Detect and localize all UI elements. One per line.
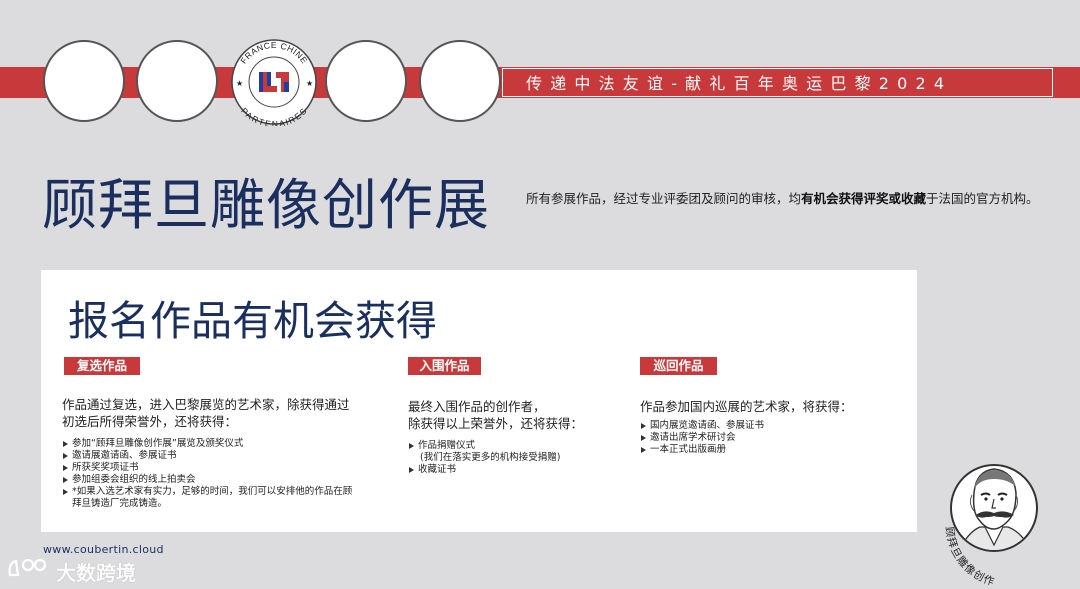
- list-item: 国内展览邀请函、参展证书: [640, 420, 764, 432]
- column-1-description: 作品通过复选，进入巴黎展览的艺术家，除获得通过 初选后所得荣誉外，还将获得：: [62, 396, 350, 430]
- list-item: 一本正式出版画册: [640, 444, 764, 456]
- column-1-line-1: 作品通过复选，进入巴黎展览的艺术家，除获得通过: [62, 397, 350, 412]
- list-item: 收藏证书: [408, 464, 560, 476]
- column-2-description: 最终入围作品的创作者， 除获得以上荣誉外，还将获得：: [408, 398, 583, 432]
- column-2-line-2: 除获得以上荣誉外，还将获得：: [408, 416, 584, 431]
- list-item: 邀请出席学术研讨会: [640, 432, 764, 444]
- column-2-line-1: 最终入围作品的创作者，: [408, 399, 546, 414]
- column-3-benefits: 国内展览邀请函、参展证书 邀请出席学术研讨会 一本正式出版画册: [640, 420, 764, 456]
- watermark-logo-icon: [8, 558, 47, 577]
- list-item: 所获奖奖项证书: [62, 462, 352, 474]
- list-item: 拜旦铸造厂完成铸造。: [72, 498, 168, 509]
- tag-shortlisted-works: 入围作品: [408, 357, 481, 375]
- website-link[interactable]: www.coubertin.cloud: [43, 543, 164, 556]
- placeholder-circle-3: [325, 40, 407, 122]
- column-1-line-2: 初选后所得荣誉外，还将获得：: [62, 414, 238, 429]
- banner-text: 传递中法友谊-献礼百年奥运巴黎2024: [526, 74, 953, 93]
- svg-text:★: ★: [236, 79, 243, 88]
- intro-prefix: 所有参展作品，经过专业评委团及顾问的审核，均: [526, 191, 802, 206]
- svg-text:★: ★: [306, 79, 313, 88]
- france-chine-partenaires-logo: FRANCE CHINE PARTENAIRES ★ ★: [231, 39, 317, 126]
- list-item: *如果入选艺术家有实力，足够的时间，我们可以安排他的作品在顾: [62, 486, 352, 498]
- list-item: 参加“顾拜旦雕像创作展”展览及颁奖仪式: [62, 438, 352, 450]
- intro-text: 所有参展作品，经过专业评委团及顾问的审核，均有机会获得评奖或收藏于法国的官方机构…: [526, 191, 1039, 207]
- list-item: (我们在落实更多的机构接受捐赠): [420, 452, 561, 463]
- list-item: 作品捐赠仪式: [408, 440, 560, 452]
- intro-suffix: 于法国的官方机构。: [926, 191, 1039, 206]
- column-2-benefits: 作品捐赠仪式 (我们在落实更多的机构接受捐赠) 收藏证书: [408, 440, 560, 476]
- card-title: 报名作品有机会获得: [68, 297, 437, 345]
- column-1-benefits: 参加“顾拜旦雕像创作展”展览及颁奖仪式 邀请展邀请函、参展证书 所获奖奖项证书 …: [62, 438, 352, 510]
- tag-preliminary-works: 复选作品: [64, 357, 140, 375]
- watermark-text: 大数跨境: [56, 561, 136, 585]
- column-3-description: 作品参加国内巡展的艺术家，将获得：: [640, 398, 853, 415]
- list-item: 邀请展邀请函、参展证书: [62, 450, 352, 462]
- placeholder-circle-4: [419, 40, 501, 122]
- list-item: 参加组委会组织的线上拍卖会: [62, 474, 352, 486]
- tag-touring-works: 巡回作品: [640, 357, 717, 375]
- page-title: 顾拜旦雕像创作展: [42, 173, 491, 237]
- intro-bold: 有机会获得评奖或收藏: [801, 191, 927, 206]
- placeholder-circle-2: [136, 40, 218, 122]
- placeholder-circle-1: [43, 40, 125, 122]
- coubertin-portrait-badge: 顾拜旦雕像创作: [943, 464, 1038, 589]
- column-3-line-1: 作品参加国内巡展的艺术家，将获得：: [640, 399, 853, 414]
